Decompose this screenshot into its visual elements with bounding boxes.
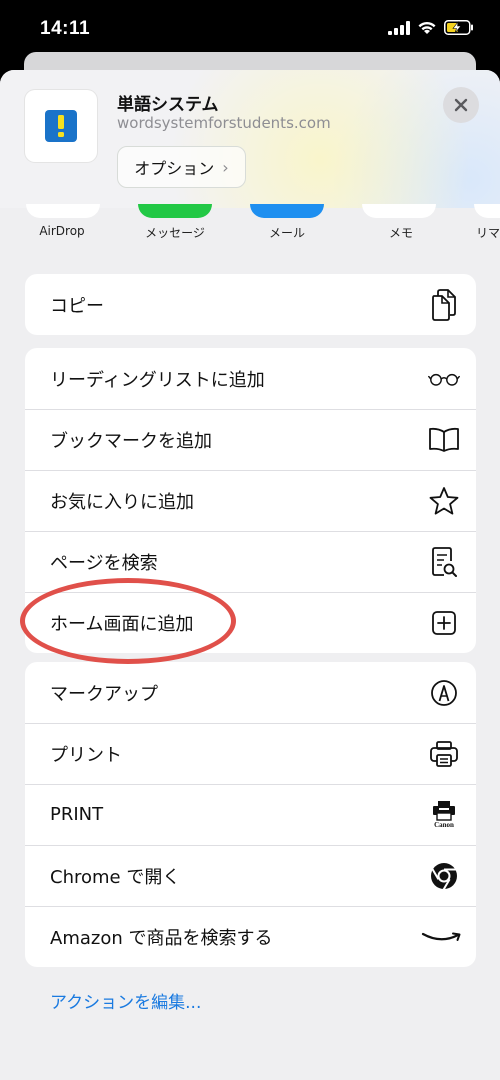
copy-icon	[428, 288, 460, 321]
find-on-page-action[interactable]: ページを検索	[25, 531, 476, 592]
action-label: ホーム画面に追加	[50, 613, 194, 635]
add-to-home-screen-action[interactable]: ホーム画面に追加	[25, 592, 476, 653]
markup-action[interactable]: マークアップ	[25, 662, 476, 723]
find-in-page-icon	[428, 546, 460, 578]
close-button[interactable]	[443, 87, 479, 123]
action-label: ページを検索	[50, 552, 158, 574]
copy-action[interactable]: コピー	[25, 274, 476, 335]
share-targets-row: AirDrop メッセージ メール メモ リマ	[0, 204, 500, 244]
add-to-reading-list-action[interactable]: リーディングリストに追加	[25, 348, 476, 409]
status-icons	[388, 20, 474, 35]
canon-brand-text: Canon	[434, 820, 454, 829]
amazon-search-action[interactable]: Amazon で商品を検索する	[25, 906, 476, 967]
action-label: プリント	[50, 744, 122, 766]
glasses-icon	[428, 363, 460, 395]
options-button-label: オプション	[134, 159, 215, 178]
chrome-icon	[428, 860, 460, 892]
site-icon	[25, 90, 97, 162]
open-in-chrome-action[interactable]: Chrome で開く	[25, 845, 476, 906]
airdrop-target-icon[interactable]	[26, 204, 100, 218]
messages-target-icon[interactable]	[138, 204, 212, 218]
site-title: 単語システム	[117, 95, 219, 115]
share-target-label[interactable]: メッセージ	[130, 224, 220, 241]
close-icon	[454, 98, 468, 112]
printer-icon	[428, 738, 460, 770]
copy-group: コピー	[25, 274, 476, 335]
battery-charging-icon	[444, 20, 473, 35]
add-bookmark-action[interactable]: ブックマークを追加	[25, 409, 476, 470]
add-to-favorites-action[interactable]: お気に入りに追加	[25, 470, 476, 531]
add-square-icon	[428, 607, 460, 639]
status-time: 14:11	[40, 18, 91, 39]
print-action[interactable]: プリント	[25, 723, 476, 784]
page-actions-group: リーディングリストに追加 ブックマークを追加 お気に入りに追加 ページを検索 ホ…	[25, 348, 476, 653]
action-label: マークアップ	[50, 683, 158, 705]
share-target-label[interactable]: リマ	[476, 224, 500, 241]
share-target-label[interactable]: メール	[242, 224, 332, 241]
chevron-right-icon: ›	[222, 157, 229, 177]
more-actions-group: マークアップ プリント PRINT Canon Chrome で開く Amazo…	[25, 662, 476, 967]
action-label: コピー	[50, 295, 104, 317]
edit-actions-link[interactable]: アクションを編集...	[50, 988, 201, 1013]
share-sheet: 単語システム wordsystemforstudents.com オプション ›…	[0, 70, 500, 1080]
action-label: Chrome で開く	[50, 866, 181, 888]
cellular-signal-icon	[388, 20, 410, 35]
status-bar: 14:11	[0, 0, 500, 60]
amazon-smile-icon	[420, 921, 464, 953]
star-icon	[428, 485, 460, 517]
mail-target-icon[interactable]	[250, 204, 324, 218]
canon-print-action[interactable]: PRINT Canon	[25, 784, 476, 845]
action-label: PRINT	[50, 804, 104, 825]
options-button[interactable]: オプション ›	[117, 146, 246, 188]
notes-target-icon[interactable]	[362, 204, 436, 218]
action-label: リーディングリストに追加	[50, 369, 265, 391]
site-url: wordsystemforstudents.com	[117, 114, 331, 132]
action-label: ブックマークを追加	[50, 430, 212, 452]
book-icon	[428, 424, 460, 456]
action-label: Amazon で商品を検索する	[50, 927, 273, 949]
exclamation-app-icon	[45, 110, 77, 142]
wifi-icon	[418, 21, 436, 34]
share-sheet-header: 単語システム wordsystemforstudents.com オプション ›	[0, 70, 500, 208]
share-target-label[interactable]: AirDrop	[17, 224, 107, 238]
markup-pen-icon	[428, 677, 460, 709]
canon-print-icon: Canon	[428, 799, 460, 831]
reminders-target-icon[interactable]	[474, 204, 500, 218]
share-target-label[interactable]: メモ	[356, 224, 446, 241]
action-label: お気に入りに追加	[50, 491, 194, 513]
